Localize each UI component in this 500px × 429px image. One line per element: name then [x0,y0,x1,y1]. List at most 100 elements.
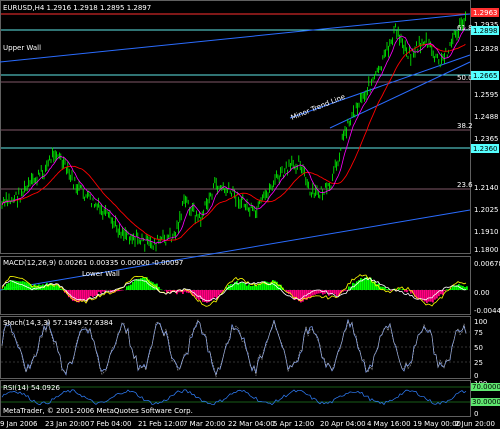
macd-bar [102,290,104,292]
lower-wall-label: Lower Wall [82,270,120,278]
time-tick: 9 Jan 2006 [0,420,38,428]
time-tick: 7 Feb 04:00 [90,420,131,428]
macd-bar [128,285,130,290]
support-line [329,61,471,129]
price-box-label: 1.2665 [473,72,498,80]
macd-bar [418,290,420,300]
macd-bar [252,285,254,290]
fib-236-label: 23.6 [457,181,473,189]
macd-bar [316,290,318,294]
macd-bar [214,290,216,298]
macd-bar [452,286,454,290]
macd-bar [240,282,242,290]
macd-bar [372,281,374,290]
macd-bar [164,290,166,291]
price-axis[interactable]: 1.2935 1.2828 1.2595 1.2488 1.2365 1.214… [471,8,499,254]
macd-bar [138,278,140,290]
macd-bar [90,290,92,297]
macd-bar [212,290,214,299]
macd-bar [324,290,326,294]
macd-bar [368,279,370,290]
chart-canvas[interactable]: Upper Wall Lower Wall Minor Trend Line 5… [0,0,500,429]
macd-bar [2,289,4,290]
macd-bar [404,290,406,292]
macd-bar [446,289,448,290]
macd-bar [184,290,186,292]
macd-bar [4,286,6,290]
price-tick: 1.2025 [474,206,499,214]
macd-bar [142,277,144,290]
time-tick: 19 May 00:00 [413,420,461,428]
macd-bar [428,290,430,302]
price-candles [1,11,466,252]
macd-bar [130,284,132,290]
time-axis[interactable]: 9 Jan 2006 23 Jan 20:00 7 Feb 04:00 21 Feb … [0,420,495,428]
macd-bar [46,282,48,290]
macd-bar [60,288,62,290]
price-box-label: 1.2963 [473,9,498,17]
macd-bar [134,280,136,290]
rsi-tick: 70.0000 [472,383,500,391]
price-tick: 1.2595 [474,91,499,99]
macd-tick: 0.00 [474,289,490,297]
macd-bar [218,290,220,296]
stoch-tick: 100 [474,318,487,326]
minor-trend-label: Minor Trend Line [290,93,347,122]
upper-wall-label: Upper Wall [3,44,41,52]
macd-tick: 0.00678 [474,260,500,268]
stochastic-pane[interactable]: Stoch(14,3,3) 57.1949 57.6384 100 75 50 … [1,318,487,380]
macd-bar [98,290,100,292]
macd-bar [84,290,86,300]
macd-bar [466,286,468,290]
price-tick: 1.2488 [474,113,499,121]
macd-bar [336,290,338,296]
macd-bar [6,283,8,290]
price-tick: 1.2828 [474,45,499,53]
metatrader-chart-window: Upper Wall Lower Wall Minor Trend Line 5… [0,0,500,429]
rsi-tick: 30.0000 [472,398,500,406]
macd-pane[interactable]: MACD(12,26,9) 0.00261 0.00335 0.00000 -0… [1,259,500,315]
macd-bar [332,290,334,294]
macd-bar [144,277,146,290]
price-tick: 1.2140 [474,184,499,192]
macd-bar [88,290,90,298]
time-tick: 2 Jun 20:00 [455,420,495,428]
macd-bar [118,290,120,292]
moving-average-fast [1,27,466,244]
macd-bar [376,284,378,290]
macd-bar [288,290,290,295]
macd-bar [238,283,240,290]
macd-bar [8,282,10,290]
macd-bar [20,281,22,290]
macd-bar [244,283,246,290]
chart-title: EURUSD,H4 1.2916 1.2918 1.2895 1.2897 [3,4,151,12]
macd-bar [250,286,252,290]
macd-bar [120,290,122,291]
rsi-title: RSI(14) 54.0926 [3,384,60,392]
price-box-label: 1.2898 [473,27,498,35]
macd-bar [160,289,162,290]
time-tick: 7 Mar 20:00 [183,420,225,428]
copyright-text: MetaTrader, © 2001-2006 MetaQuotes Softw… [3,407,193,415]
macd-bar [202,290,204,302]
macd-bar [420,290,422,300]
macd-bar [426,290,428,304]
macd-bar [28,283,30,290]
macd-bar [18,281,20,290]
macd-bar [406,290,408,293]
macd-bar [328,290,330,296]
macd-bar [236,281,238,290]
macd-bar [56,284,58,290]
macd-bar [94,290,96,296]
time-tick: 20 Apr 04:00 [320,420,366,428]
macd-bar [198,290,200,301]
trendlines[interactable] [0,13,471,291]
macd-bar [334,290,336,295]
macd-bar [76,290,78,303]
macd-bar [318,290,320,294]
time-tick: 21 Feb 12:00 [138,420,184,428]
rsi-tick: 0 [474,410,478,418]
macd-bar [154,283,156,290]
macd-bar [242,282,244,290]
stoch-tick: 50 [474,344,483,352]
